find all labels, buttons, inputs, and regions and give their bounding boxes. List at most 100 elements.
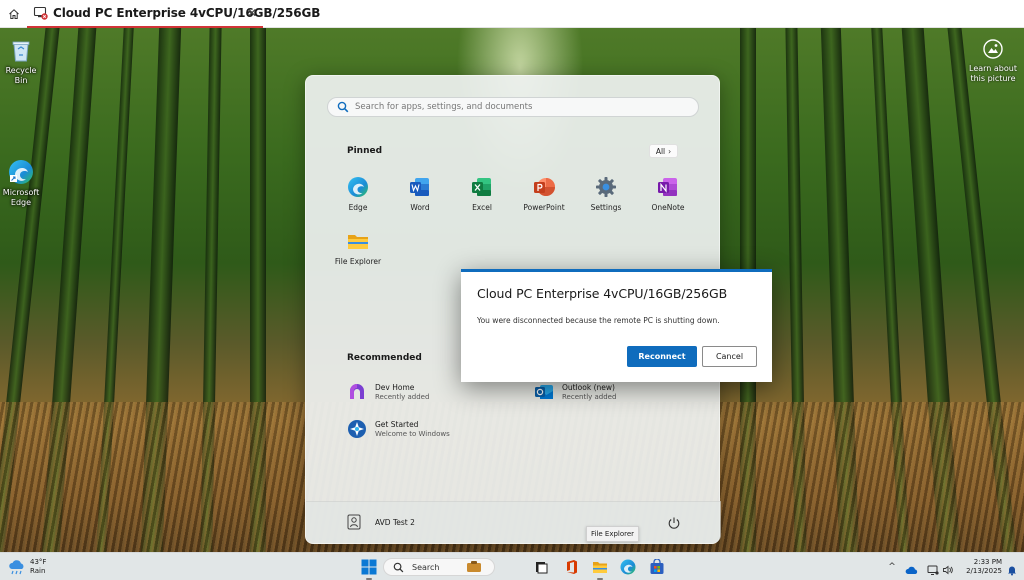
taskbar-search-label: Search: [412, 562, 440, 572]
pinned-app-label: Word: [410, 203, 430, 212]
learn-about-picture[interactable]: Learn about this picture: [966, 38, 1020, 84]
pinned-app-powerpoint[interactable]: PowerPoint: [513, 176, 575, 212]
windows-logo-icon: [361, 559, 377, 575]
cancel-button[interactable]: Cancel: [702, 346, 757, 367]
office-icon: [567, 560, 577, 574]
outlook-icon: [534, 382, 554, 402]
tab-close-button[interactable]: ✕: [245, 6, 259, 20]
clock-date: 2/13/2025: [966, 567, 1002, 575]
edge-icon: [620, 559, 636, 575]
pinned-app-label: Edge: [348, 203, 368, 212]
pinned-app-label: OneNote: [651, 203, 685, 212]
tab-title: Cloud PC Enterprise 4vCPU/16GB/256GB: [53, 6, 321, 20]
tray-overflow-button[interactable]: ^: [886, 561, 898, 573]
clock-time: 2:33 PM: [973, 558, 1002, 566]
store-icon: [650, 558, 664, 574]
onenote-icon: [657, 176, 679, 198]
recommended-title: Recommended: [347, 353, 422, 363]
pinned-app-label: File Explorer: [334, 257, 382, 266]
search-icon: [337, 101, 349, 113]
weather-widget[interactable]: 43°F Rain: [8, 558, 46, 576]
pinned-app-label: Settings: [590, 203, 622, 212]
home-button[interactable]: [4, 4, 24, 24]
taskbar: 43°F Rain Search ^ 2:33 PM 2/13/2025: [0, 552, 1024, 580]
disconnect-dialog: Cloud PC Enterprise 4vCPU/16GB/256GB You…: [461, 269, 772, 382]
weather-desc: Rain: [30, 567, 46, 575]
taskbar-file-explorer[interactable]: [592, 559, 608, 575]
pinned-app-excel[interactable]: Excel: [451, 176, 513, 212]
recommended-item-subtitle: Recently added: [375, 393, 430, 401]
settings-icon: [595, 176, 617, 198]
pinned-app-label: Excel: [472, 203, 492, 212]
camera-icon: [982, 38, 1004, 60]
tray-notifications[interactable]: [1006, 561, 1018, 576]
excel-icon: [471, 176, 493, 198]
all-apps-label: All: [655, 146, 666, 156]
search-highlight-icon: [467, 561, 482, 572]
taskbar-start-button[interactable]: [361, 559, 377, 575]
tray-volume[interactable]: [942, 561, 954, 575]
start-menu-footer: AVD Test 2: [306, 501, 721, 543]
get-started-icon: [347, 419, 367, 439]
pinned-app-word[interactable]: Word: [389, 176, 451, 212]
start-search-box[interactable]: [327, 97, 699, 117]
taskbar-edge[interactable]: [620, 559, 636, 575]
all-apps-button[interactable]: All ›: [649, 144, 678, 158]
edge-icon: [347, 176, 369, 198]
powerpoint-icon: [533, 176, 555, 198]
recommended-item-outlook[interactable]: Outlook (new) Recently added: [534, 382, 616, 402]
tab-cloud-pc[interactable]: Cloud PC Enterprise 4vCPU/16GB/256GB ✕: [27, 0, 320, 28]
dev-home-icon: [347, 382, 367, 402]
tab-bar: Cloud PC Enterprise 4vCPU/16GB/256GB ✕: [0, 0, 1024, 28]
pinned-app-label: PowerPoint: [523, 203, 565, 212]
taskbar-office[interactable]: [564, 559, 580, 575]
pinned-app-onenote[interactable]: OneNote: [637, 176, 699, 212]
pinned-app-edge[interactable]: Edge: [327, 176, 389, 212]
desktop-icon-label: Microsoft Edge: [2, 188, 40, 207]
chevron-right-icon: ›: [668, 146, 672, 156]
cloud-pc-icon: [33, 5, 49, 21]
taskbar-search[interactable]: Search: [383, 558, 495, 576]
user-account-button[interactable]: AVD Test 2: [346, 514, 415, 530]
desktop-icon-recycle-bin[interactable]: Recycle Bin: [0, 36, 44, 86]
tooltip-file-explorer: File Explorer: [586, 526, 639, 542]
recommended-item-dev-home[interactable]: Dev Home Recently added: [347, 382, 429, 402]
recommended-item-title: Dev Home: [375, 383, 415, 392]
taskbar-task-view[interactable]: [533, 559, 549, 575]
user-name: AVD Test 2: [375, 517, 415, 527]
recommended-item-title: Get Started: [375, 420, 419, 429]
word-icon: [409, 176, 431, 198]
speaker-icon: [943, 565, 953, 575]
desktop-icon-edge[interactable]: Microsoft Edge: [0, 158, 44, 208]
power-icon: [668, 517, 680, 529]
edge-icon: [7, 158, 35, 186]
rain-cloud-icon: [8, 559, 26, 575]
user-avatar-icon: [346, 514, 362, 530]
taskbar-store[interactable]: [649, 558, 665, 575]
taskbar-clock[interactable]: 2:33 PM 2/13/2025: [962, 558, 1002, 576]
power-button[interactable]: [667, 515, 681, 529]
file-explorer-icon: [347, 230, 369, 252]
recommended-item-title: Outlook (new): [562, 383, 615, 392]
recycle-bin-icon: [7, 36, 35, 64]
pinned-app-settings[interactable]: Settings: [575, 176, 637, 212]
reconnect-button[interactable]: Reconnect: [627, 346, 697, 367]
task-view-icon: [536, 562, 548, 574]
start-search-input[interactable]: [355, 102, 675, 112]
recommended-item-get-started[interactable]: Get Started Welcome to Windows: [347, 419, 450, 439]
dialog-title: Cloud PC Enterprise 4vCPU/16GB/256GB: [477, 286, 728, 301]
bell-icon: [1008, 566, 1016, 576]
dialog-message: You were disconnected because the remote…: [477, 316, 720, 325]
remote-desktop-icon: [927, 565, 939, 575]
file-explorer-icon: [593, 562, 607, 573]
tray-network[interactable]: [927, 561, 939, 575]
recommended-item-subtitle: Recently added: [562, 393, 617, 401]
pinned-title: Pinned: [347, 146, 383, 156]
pinned-app-file-explorer[interactable]: File Explorer: [327, 230, 389, 266]
desktop-icon-label: Recycle Bin: [5, 66, 37, 85]
home-icon: [9, 9, 19, 19]
tray-onedrive[interactable]: [905, 561, 918, 574]
onedrive-cloud-icon: [905, 566, 918, 574]
recommended-item-subtitle: Welcome to Windows: [375, 430, 450, 438]
search-icon: [393, 562, 404, 572]
